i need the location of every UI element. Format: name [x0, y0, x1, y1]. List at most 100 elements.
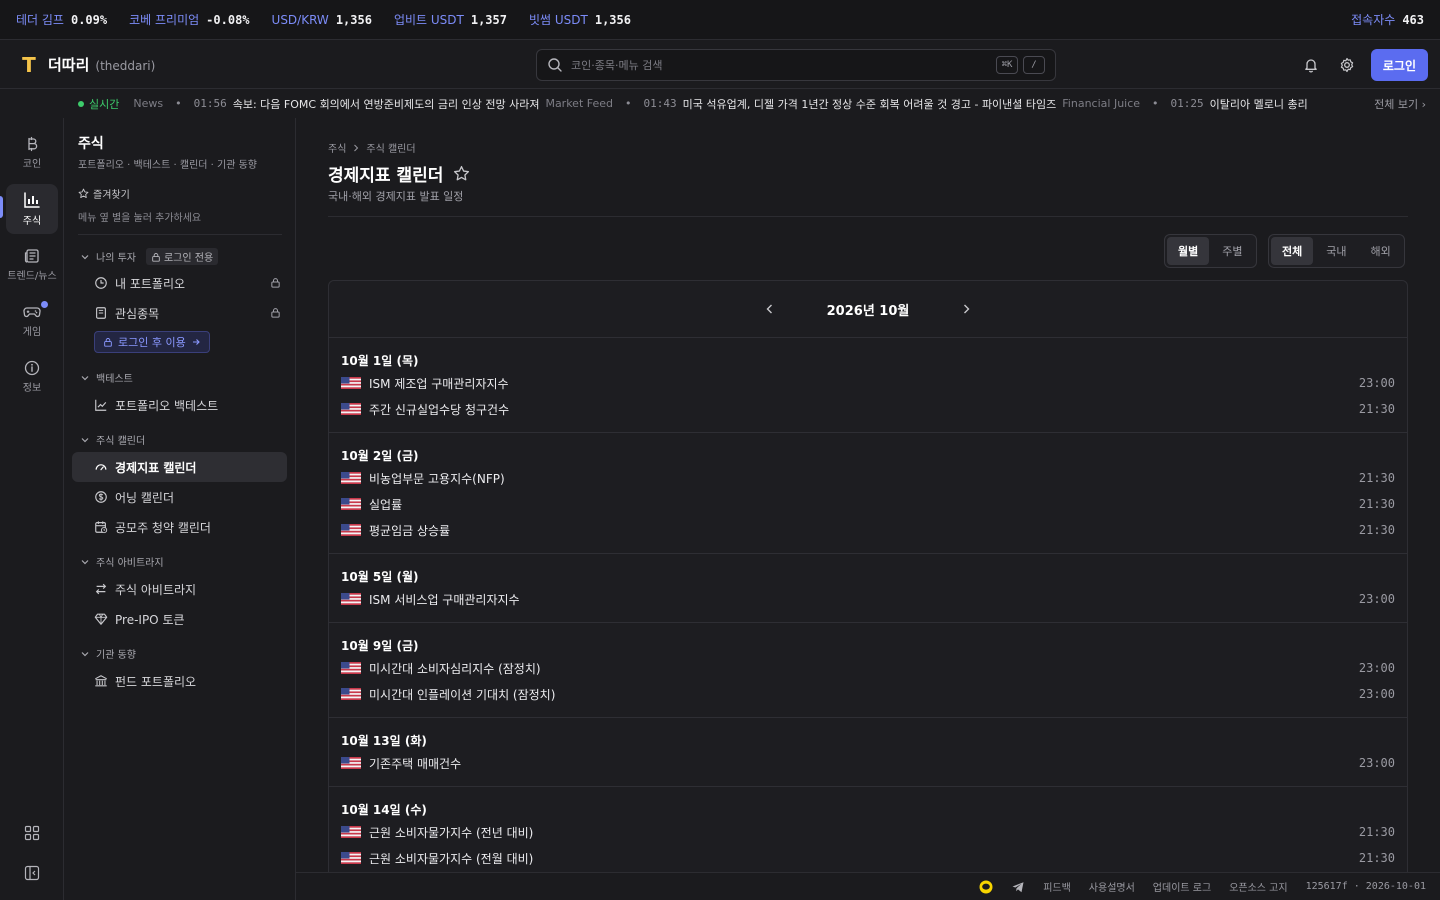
- shortcut-slash: /: [1023, 56, 1045, 74]
- kakao-chat-icon: [979, 880, 993, 893]
- ticker-tether-premium[interactable]: 테더 김프 0.09%: [16, 11, 107, 28]
- event-row[interactable]: 근원 소비자물가지수 (전월 대비) 21:30: [341, 845, 1395, 871]
- event-row[interactable]: 기존주택 매매건수 23:00: [341, 750, 1395, 776]
- view-monthly-button[interactable]: 월별: [1167, 237, 1210, 265]
- login-only-badge: 로그인 전용: [145, 248, 219, 265]
- section-arbitrage[interactable]: 주식 아비트라지: [80, 554, 164, 569]
- nav-portfolio-backtest[interactable]: 포트폴리오 백테스트: [72, 390, 287, 420]
- ticker-coinbase-premium[interactable]: 코베 프리미엄 -0.08%: [129, 11, 249, 28]
- news-source: Market Feed: [545, 97, 614, 110]
- app-grid-button[interactable]: [20, 821, 44, 845]
- favorite-star-icon[interactable]: [453, 165, 470, 182]
- nav-fund-portfolio[interactable]: 펀드 포트폴리오: [72, 666, 287, 696]
- lock-icon: [104, 338, 112, 347]
- nav-stock-arbitrage[interactable]: 주식 아비트라지: [72, 574, 287, 604]
- prev-month-button[interactable]: [763, 302, 777, 316]
- event-row[interactable]: 미시간대 소비자심리지수 (잠정치) 23:00: [341, 655, 1395, 681]
- next-month-button[interactable]: [959, 302, 973, 316]
- rail-item-stock[interactable]: 주식: [6, 184, 58, 234]
- global-search[interactable]: ⌘K /: [536, 49, 1056, 81]
- event-name: 평균임금 상승률: [369, 523, 451, 538]
- nav-my-portfolio[interactable]: 내 포트폴리오: [72, 268, 287, 298]
- notification-dot: [41, 301, 48, 308]
- telegram-link[interactable]: [1011, 880, 1025, 894]
- event-time: 21:30: [1358, 825, 1395, 839]
- region-all-button[interactable]: 전체: [1271, 237, 1314, 265]
- calendar-day-group: 10월 13일 (화) 기존주택 매매건수 23:00: [329, 718, 1407, 787]
- day-date-label: 10월 1일 (목): [341, 353, 419, 368]
- lock-icon: [152, 252, 160, 262]
- view-weekly-button[interactable]: 주별: [1211, 237, 1253, 265]
- rail-item-coin[interactable]: 코인: [6, 128, 58, 178]
- brand-name[interactable]: 더따리: [48, 54, 89, 75]
- us-flag-icon: [341, 757, 361, 769]
- ticker-value: 1,356: [335, 12, 372, 27]
- settings-button[interactable]: [1335, 53, 1359, 77]
- news-source: News: [133, 97, 164, 110]
- event-name: 근원 소비자물가지수 (전월 대비): [369, 851, 534, 866]
- footer-link-oss-notice[interactable]: 오픈소스 고지: [1229, 879, 1287, 894]
- divider: [328, 216, 1408, 217]
- calendar-day-group: 10월 5일 (월) ISM 서비스업 구매관리자지수 23:00: [329, 554, 1407, 623]
- calendar-day-group: 10월 9일 (금) 미시간대 소비자심리지수 (잠정치) 23:00 미시간대 인플…: [329, 623, 1407, 718]
- footer-link-manual[interactable]: 사용설명서: [1089, 879, 1135, 894]
- event-name: 기존주택 매매건수: [369, 756, 462, 771]
- login-to-use-button[interactable]: 로그인 후 이용: [94, 331, 210, 353]
- news-item[interactable]: 01:56 속보: 다음 FOMC 회의에서 연방준비제도의 금리 인상 전망 …: [194, 96, 613, 112]
- search-input[interactable]: [571, 58, 991, 72]
- collapse-sidebar-button[interactable]: [20, 861, 44, 885]
- bullet-separator: •: [1152, 97, 1159, 110]
- rail-item-info[interactable]: 정보: [6, 352, 58, 402]
- ticker-bithumb-usdt[interactable]: 빗썸 USDT 1,356: [529, 11, 631, 28]
- event-row[interactable]: 실업률 21:30: [341, 491, 1395, 517]
- event-row[interactable]: 미시간대 인플레이션 기대치 (잠정치) 23:00: [341, 681, 1395, 707]
- event-row[interactable]: 주간 신규실업수당 청구건수 21:30: [341, 396, 1395, 422]
- kakao-link[interactable]: [979, 880, 993, 894]
- logo-icon[interactable]: T: [20, 54, 38, 76]
- online-users-count: 463: [1402, 12, 1424, 27]
- section-my-invest[interactable]: 나의 투자 로그인 전용: [80, 248, 219, 265]
- region-overseas-button[interactable]: 해외: [1360, 237, 1402, 265]
- month-navigator: 2026년 10월: [329, 281, 1407, 338]
- ticker-usd-krw[interactable]: USD/KRW 1,356: [272, 13, 372, 27]
- nav-econ-calendar[interactable]: 경제지표 캘린더: [72, 452, 287, 482]
- event-name: 미시간대 소비자심리지수 (잠정치): [369, 661, 541, 676]
- diamond-icon: [94, 613, 108, 625]
- nav-label: 어닝 캘린더: [115, 490, 175, 505]
- calendar-clock-icon: [95, 521, 108, 534]
- nav-earning-calendar[interactable]: 어닝 캘린더: [72, 482, 287, 512]
- nav-pre-ipo-token[interactable]: Pre-IPO 토큰: [72, 604, 287, 634]
- rail-item-game[interactable]: 게임: [6, 296, 58, 346]
- bookmark-list-icon: [96, 307, 106, 319]
- notification-button[interactable]: [1299, 53, 1323, 77]
- event-row[interactable]: 비농업부문 고용지수(NFP) 21:30: [341, 465, 1395, 491]
- rail-item-trend-news[interactable]: 트렌드/뉴스: [6, 240, 58, 290]
- news-item[interactable]: 01:43 미국 석유업계, 디젤 가격 1년간 정상 수준 회복 어려울 것 …: [644, 96, 1141, 112]
- footer-link-feedback[interactable]: 피드백: [1043, 879, 1071, 894]
- shortcut-cmdk: ⌘K: [996, 56, 1018, 74]
- nav-ipo-calendar[interactable]: 공모주 청약 캘린더: [72, 512, 287, 542]
- news-item[interactable]: News: [133, 97, 163, 110]
- event-row[interactable]: ISM 서비스업 구매관리자지수 23:00: [341, 586, 1395, 612]
- footer-link-changelog[interactable]: 업데이트 로그: [1153, 879, 1211, 894]
- nav-watchlist[interactable]: 관심종목: [72, 298, 287, 328]
- region-domestic-button[interactable]: 국내: [1315, 237, 1357, 265]
- current-month: 2026년 10월: [826, 303, 910, 319]
- breadcrumb-item[interactable]: 주식: [328, 140, 346, 155]
- news-see-all-link[interactable]: 전체 보기 ›: [1374, 96, 1426, 112]
- breadcrumb-item[interactable]: 주식 캘린더: [366, 140, 415, 155]
- section-institution[interactable]: 기관 동향: [80, 646, 136, 661]
- event-row[interactable]: 평균임금 상승률 21:30: [341, 517, 1395, 543]
- section-stock-calendar[interactable]: 주식 캘린더: [80, 432, 145, 447]
- event-time: 21:30: [1358, 851, 1395, 865]
- section-backtest[interactable]: 백테스트: [80, 370, 133, 385]
- login-button[interactable]: 로그인: [1370, 49, 1428, 81]
- ticker-upbit-usdt[interactable]: 업비트 USDT 1,357: [394, 11, 507, 28]
- sidebar-subtitle: 포트폴리오 · 백테스트 · 캘린더 · 기관 동향: [78, 160, 257, 171]
- nav-label: 경제지표 캘린더: [115, 460, 197, 475]
- lock-icon: [271, 278, 280, 288]
- event-row[interactable]: 근원 소비자물가지수 (전년 대비) 21:30: [341, 819, 1395, 845]
- event-row[interactable]: ISM 제조업 구매관리자지수 23:00: [341, 370, 1395, 396]
- news-item[interactable]: 01:25 이탈리아 멜로니 총리: [1171, 96, 1308, 112]
- news-time: 01:25: [1170, 97, 1204, 110]
